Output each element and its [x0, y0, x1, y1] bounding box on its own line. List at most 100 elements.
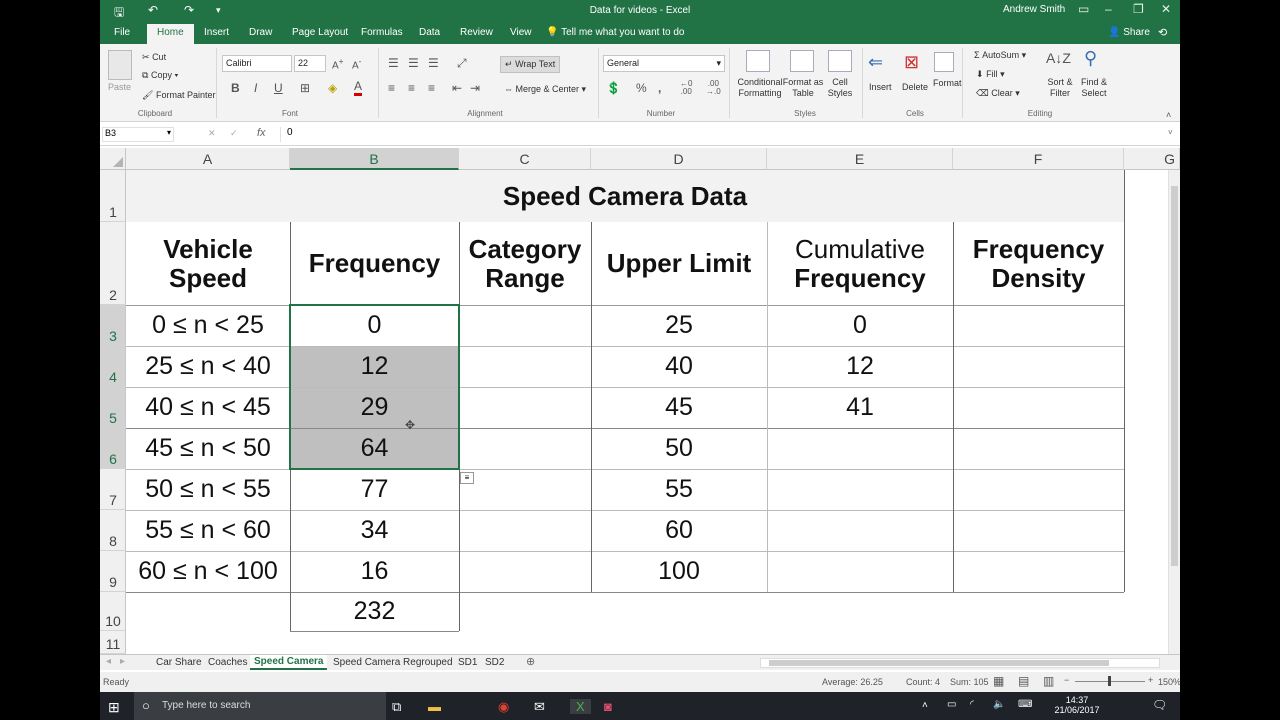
- column-header-e[interactable]: E: [767, 148, 953, 170]
- delete-cells-icon[interactable]: ⊠: [904, 52, 919, 73]
- zoom-slider-thumb[interactable]: [1108, 676, 1111, 686]
- conditional-formatting-button[interactable]: Conditional Formatting: [734, 77, 786, 99]
- range-cell[interactable]: 45 ≤ n < 50: [126, 428, 290, 469]
- network-icon[interactable]: ◜: [970, 699, 974, 710]
- range-cell[interactable]: 0 ≤ n < 25: [126, 305, 290, 346]
- row-header-4[interactable]: 4: [100, 346, 126, 387]
- row-header-7[interactable]: 7: [100, 469, 126, 510]
- fill-button[interactable]: ⬇ Fill ▾: [976, 69, 1005, 80]
- insert-button[interactable]: Insert: [869, 82, 892, 92]
- close-icon[interactable]: ✕: [1161, 2, 1171, 16]
- history-icon[interactable]: ⟲: [1158, 26, 1167, 39]
- tab-data[interactable]: Data: [419, 27, 440, 38]
- column-header-f[interactable]: F: [953, 148, 1124, 170]
- clear-button[interactable]: ⌫ Clear ▾: [976, 88, 1020, 99]
- tray-up-icon[interactable]: ˄: [922, 700, 928, 711]
- name-box[interactable]: B3 ▾: [102, 127, 174, 142]
- taskbar-search[interactable]: ○ Type here to search: [134, 692, 386, 720]
- upper-limit-cell[interactable]: 60: [591, 510, 767, 551]
- horizontal-scrollbar[interactable]: [760, 658, 1160, 668]
- magnifier-icon[interactable]: ⚲: [1084, 48, 1097, 69]
- upper-limit-cell[interactable]: 50: [591, 428, 767, 469]
- merge-center-button[interactable]: ⇔ Merge & Center ▾: [504, 84, 586, 95]
- sheet-tab-sd1[interactable]: SD1: [454, 656, 481, 669]
- zoom-out-icon[interactable]: −: [1064, 675, 1069, 685]
- format-button[interactable]: Format: [933, 78, 962, 88]
- range-cell[interactable]: 40 ≤ n < 45: [126, 387, 290, 428]
- row-header-11[interactable]: 11: [100, 631, 126, 654]
- frequency-cell[interactable]: 16: [290, 551, 459, 592]
- frequency-cell[interactable]: 0: [290, 305, 459, 346]
- clock[interactable]: 14:37 21/06/2017: [1046, 695, 1108, 715]
- paste-icon[interactable]: [108, 50, 132, 80]
- new-sheet-icon[interactable]: ⊕: [526, 655, 535, 668]
- cut-button[interactable]: ✂ Cut: [142, 52, 166, 63]
- share-button[interactable]: 👤 Share: [1108, 27, 1150, 38]
- upper-limit-cell[interactable]: 45: [591, 387, 767, 428]
- zoom-level[interactable]: 150%: [1158, 677, 1180, 687]
- tab-review[interactable]: Review: [460, 27, 493, 38]
- mail-icon[interactable]: ✉: [534, 699, 545, 715]
- collapse-ribbon-icon[interactable]: ˄: [1166, 110, 1171, 120]
- align-top-icon[interactable]: ☰: [388, 56, 399, 70]
- cell-styles-icon[interactable]: [828, 50, 852, 72]
- expand-formula-icon[interactable]: ˅: [1168, 128, 1173, 137]
- header-frequency-density[interactable]: Frequency Density: [953, 222, 1124, 305]
- horizontal-scroll-thumb[interactable]: [769, 660, 1109, 666]
- number-format-select[interactable]: General ▾: [603, 55, 725, 72]
- excel-taskbar-icon[interactable]: X: [570, 699, 591, 714]
- row-header-6[interactable]: 6: [100, 428, 126, 469]
- sheet-tab-sd2[interactable]: SD2: [481, 656, 508, 669]
- increase-decimal-icon[interactable]: ←0.00: [680, 80, 692, 96]
- battery-icon[interactable]: ▭: [947, 699, 956, 710]
- row-header-5[interactable]: 5: [100, 387, 126, 428]
- tab-home[interactable]: Home: [147, 24, 194, 44]
- align-left-icon[interactable]: ≡: [388, 81, 395, 95]
- format-painter-button[interactable]: 🖌 Format Painter: [142, 90, 215, 101]
- align-bottom-icon[interactable]: ☰: [428, 56, 439, 70]
- insert-cells-icon[interactable]: ⇐: [868, 52, 883, 73]
- insert-function-button[interactable]: fx: [257, 127, 266, 139]
- decrease-decimal-icon[interactable]: .00 →.0: [706, 80, 721, 96]
- column-header-a[interactable]: A: [126, 148, 290, 170]
- frequency-cell[interactable]: 64: [290, 428, 459, 469]
- delete-button[interactable]: Delete: [902, 82, 928, 92]
- font-size-select[interactable]: 22: [294, 55, 326, 72]
- row-header-9[interactable]: 9: [100, 551, 126, 592]
- row-header-1[interactable]: 1: [100, 170, 126, 222]
- next-sheet-icon[interactable]: ▸: [120, 656, 125, 667]
- font-color-icon[interactable]: A: [354, 80, 363, 96]
- sort-filter-icon[interactable]: A↓Z: [1046, 50, 1071, 66]
- bold-icon[interactable]: B: [231, 81, 240, 95]
- row-header-3[interactable]: 3: [100, 305, 126, 346]
- sheet-tab-car-share[interactable]: Car Share: [152, 656, 206, 669]
- normal-view-icon[interactable]: ▦: [993, 674, 1004, 688]
- minimize-icon[interactable]: –: [1105, 2, 1112, 16]
- header-cumulative-frequency[interactable]: Cumulative Frequency: [767, 222, 953, 305]
- cumulative-cell[interactable]: 41: [767, 387, 953, 428]
- orientation-icon[interactable]: ⤢: [457, 56, 467, 71]
- align-center-icon[interactable]: ≡: [408, 81, 415, 95]
- range-cell[interactable]: 50 ≤ n < 55: [126, 469, 290, 510]
- tab-insert[interactable]: Insert: [204, 27, 229, 38]
- vertical-scrollbar[interactable]: [1168, 170, 1180, 654]
- volume-icon[interactable]: 🔈: [993, 699, 1005, 710]
- column-header-b[interactable]: B: [290, 148, 459, 170]
- column-header-d[interactable]: D: [591, 148, 767, 170]
- row-header-2[interactable]: 2: [100, 222, 126, 305]
- header-frequency[interactable]: Frequency: [290, 222, 459, 305]
- find-select-button[interactable]: Find & Select: [1077, 77, 1111, 99]
- frequency-cell[interactable]: 29: [290, 387, 459, 428]
- frequency-cell[interactable]: 34: [290, 510, 459, 551]
- keyboard-icon[interactable]: ⌨: [1018, 699, 1032, 710]
- cancel-icon[interactable]: ✕: [208, 128, 216, 139]
- decrease-indent-icon[interactable]: ⇤: [452, 81, 462, 95]
- format-as-table-button[interactable]: Format as Table: [782, 77, 824, 99]
- format-cells-icon[interactable]: [934, 52, 954, 72]
- comma-style-icon[interactable]: ,: [658, 81, 661, 95]
- task-view-icon[interactable]: ⧉: [392, 699, 401, 715]
- upper-limit-cell[interactable]: 100: [591, 551, 767, 592]
- file-explorer-icon[interactable]: ▬: [428, 699, 441, 714]
- select-all-corner[interactable]: [100, 148, 126, 170]
- ribbon-display-icon[interactable]: ▭: [1078, 2, 1089, 16]
